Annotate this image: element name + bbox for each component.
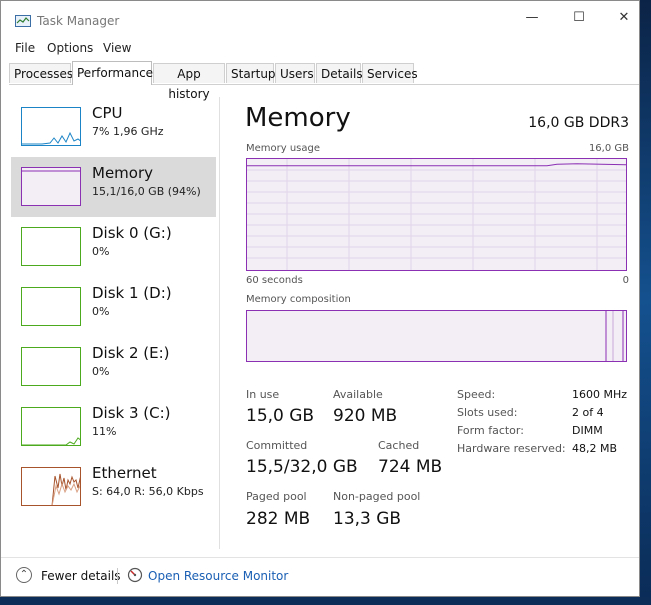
- resource-name: Disk 0 (G:): [92, 224, 172, 242]
- cpu-thumbnail-graph: [21, 107, 81, 146]
- resource-name: Ethernet: [92, 464, 157, 482]
- menu-options[interactable]: Options: [47, 41, 93, 55]
- fewer-details-link[interactable]: Fewer details: [41, 569, 121, 583]
- form-factor-value: DIMM: [572, 424, 603, 437]
- available-label: Available: [333, 388, 383, 401]
- memory-detail-pane: Memory 16,0 GB DDR3 Memory usage 16,0 GB…: [245, 97, 629, 547]
- resource-name: Disk 3 (C:): [92, 404, 171, 422]
- menu-file[interactable]: File: [15, 41, 35, 55]
- resource-name: Disk 1 (D:): [92, 284, 172, 302]
- desktop-taskbar-edge: [0, 597, 651, 605]
- minimize-button[interactable]: —: [517, 7, 547, 29]
- paged-pool-value: 282 MB: [246, 509, 311, 529]
- resource-value: 0%: [92, 305, 110, 318]
- memory-spec: 16,0 GB DDR3: [528, 115, 629, 131]
- close-button[interactable]: ✕: [609, 7, 639, 29]
- resource-value: 7% 1,96 GHz: [92, 125, 164, 138]
- graph-time-zero: 0: [622, 275, 629, 286]
- usage-graph-max: 16,0 GB: [588, 143, 629, 154]
- tab-app-history[interactable]: App history: [153, 63, 225, 101]
- usage-graph-label: Memory usage: [246, 143, 321, 154]
- cached-value: 724 MB: [378, 457, 443, 477]
- composition-graph-label: Memory composition: [246, 294, 351, 305]
- resource-disk-0[interactable]: Disk 0 (G:) 0%: [11, 217, 216, 277]
- nonpaged-pool-label: Non-paged pool: [333, 490, 421, 503]
- tab-startup[interactable]: Startup: [226, 63, 276, 83]
- desktop-background: [640, 0, 651, 605]
- task-manager-icon: [15, 15, 31, 27]
- disk-3-thumbnail-graph: [21, 407, 81, 446]
- menu-view[interactable]: View: [103, 41, 131, 55]
- resource-value: 11%: [92, 425, 117, 438]
- chevron-up-icon[interactable]: ⌃: [16, 567, 32, 583]
- resource-name: Disk 2 (E:): [92, 344, 170, 362]
- resource-value: S: 64,0 R: 56,0 Kbps: [92, 485, 204, 498]
- tab-performance[interactable]: Performance: [72, 61, 153, 85]
- window-title: Task Manager: [37, 14, 120, 28]
- tab-details[interactable]: Details: [316, 63, 363, 83]
- usage-line: [247, 163, 626, 167]
- resource-ethernet[interactable]: Ethernet S: 64,0 R: 56,0 Kbps: [11, 457, 216, 517]
- footer-separator: [117, 568, 118, 584]
- resource-name: CPU: [92, 104, 123, 122]
- footer-bar: ⌃ Fewer details Open Resource Monitor: [1, 557, 639, 596]
- resource-disk-2[interactable]: Disk 2 (E:) 0%: [11, 337, 216, 397]
- in-use-value: 15,0 GB: [246, 406, 315, 426]
- usage-grid: [247, 159, 626, 270]
- maximize-button[interactable]: ☐: [564, 7, 594, 29]
- resource-list: CPU 7% 1,96 GHz Memory 15,1/16,0 GB (94%…: [11, 97, 217, 547]
- resource-value: 0%: [92, 245, 110, 258]
- cached-label: Cached: [378, 439, 420, 452]
- resource-value: 15,1/16,0 GB (94%): [92, 185, 201, 198]
- hardware-reserved-value: 48,2 MB: [572, 442, 618, 455]
- committed-value: 15,5/32,0 GB: [246, 457, 358, 477]
- title-bar[interactable]: Task Manager — ☐ ✕: [1, 1, 639, 33]
- disk-1-thumbnail-graph: [21, 287, 81, 326]
- in-use-label: In use: [246, 388, 280, 401]
- slots-value: 2 of 4: [572, 406, 604, 419]
- memory-thumbnail-graph: [21, 167, 81, 206]
- speed-label: Speed:: [457, 388, 496, 401]
- tab-users[interactable]: Users: [275, 63, 315, 83]
- paged-pool-label: Paged pool: [246, 490, 307, 503]
- memory-usage-graph: [246, 158, 627, 271]
- memory-composition-bar: [246, 310, 627, 362]
- resource-value: 0%: [92, 365, 110, 378]
- tab-strip: Processes Performance App history Startu…: [9, 61, 639, 101]
- graph-time-span: 60 seconds: [246, 275, 303, 286]
- available-value: 920 MB: [333, 406, 398, 426]
- ethernet-thumbnail-graph: [21, 467, 81, 506]
- resource-memory[interactable]: Memory 15,1/16,0 GB (94%): [11, 157, 216, 217]
- resource-monitor-icon[interactable]: [127, 567, 143, 583]
- resource-disk-1[interactable]: Disk 1 (D:) 0%: [11, 277, 216, 337]
- speed-value: 1600 MHz: [572, 388, 628, 401]
- slots-label: Slots used:: [457, 406, 518, 419]
- form-factor-label: Form factor:: [457, 424, 524, 437]
- resource-cpu[interactable]: CPU 7% 1,96 GHz: [11, 97, 216, 157]
- tab-services[interactable]: Services: [362, 63, 418, 83]
- disk-2-thumbnail-graph: [21, 347, 81, 386]
- task-manager-window: Task Manager — ☐ ✕ File Options View Pro…: [0, 0, 640, 597]
- resource-name: Memory: [92, 164, 154, 182]
- detail-title: Memory: [245, 103, 351, 133]
- nonpaged-pool-value: 13,3 GB: [333, 509, 402, 529]
- hardware-reserved-label: Hardware reserved:: [457, 442, 566, 455]
- disk-0-thumbnail-graph: [21, 227, 81, 266]
- open-resource-monitor-link[interactable]: Open Resource Monitor: [148, 569, 288, 583]
- menu-bar: File Options View: [1, 39, 639, 59]
- tab-processes[interactable]: Processes: [9, 63, 73, 83]
- resource-disk-3[interactable]: Disk 3 (C:) 11%: [11, 397, 216, 457]
- committed-label: Committed: [246, 439, 308, 452]
- pane-divider[interactable]: [219, 97, 220, 549]
